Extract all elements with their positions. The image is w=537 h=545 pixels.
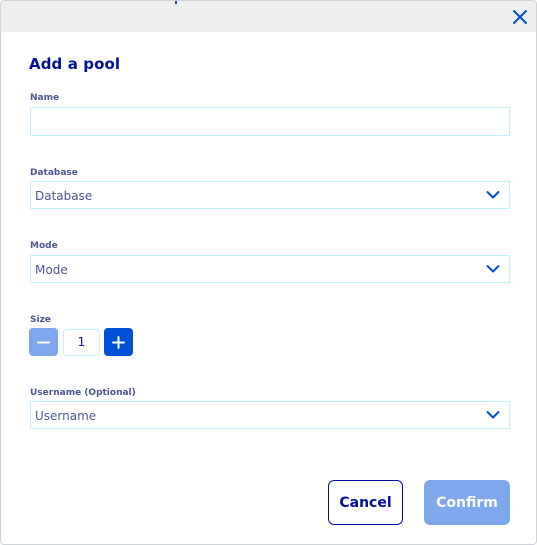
close-button[interactable] xyxy=(511,8,529,26)
dialog-header-bar xyxy=(1,1,536,32)
chevron-down-icon xyxy=(486,265,500,273)
username-select-value: Username xyxy=(35,409,97,423)
minus-icon xyxy=(37,341,50,344)
size-decrement-button[interactable] xyxy=(29,328,58,356)
database-select[interactable]: Database xyxy=(30,181,510,209)
username-label: Username (Optional) xyxy=(30,388,136,398)
database-select-value: Database xyxy=(35,189,93,203)
size-increment-button[interactable] xyxy=(104,328,133,356)
mode-select[interactable]: Mode xyxy=(30,255,510,283)
database-label: Database xyxy=(30,168,78,178)
confirm-button[interactable]: Confirm xyxy=(424,480,510,525)
chevron-down-icon xyxy=(486,411,500,419)
plus-icon xyxy=(112,336,125,349)
header-accent-mark xyxy=(175,1,177,4)
size-label: Size xyxy=(30,315,51,325)
name-input[interactable] xyxy=(30,107,510,136)
mode-label: Mode xyxy=(30,241,58,251)
dialog-title: Add a pool xyxy=(29,55,121,73)
cancel-button[interactable]: Cancel xyxy=(328,480,403,525)
username-select[interactable]: Username xyxy=(30,401,510,429)
close-icon xyxy=(513,10,527,24)
size-value-input[interactable]: 1 xyxy=(63,329,100,356)
chevron-down-icon xyxy=(486,191,500,199)
mode-select-value: Mode xyxy=(35,263,68,277)
add-pool-dialog: Add a pool Name Database Database Mode M… xyxy=(0,0,537,545)
name-label: Name xyxy=(30,93,60,103)
